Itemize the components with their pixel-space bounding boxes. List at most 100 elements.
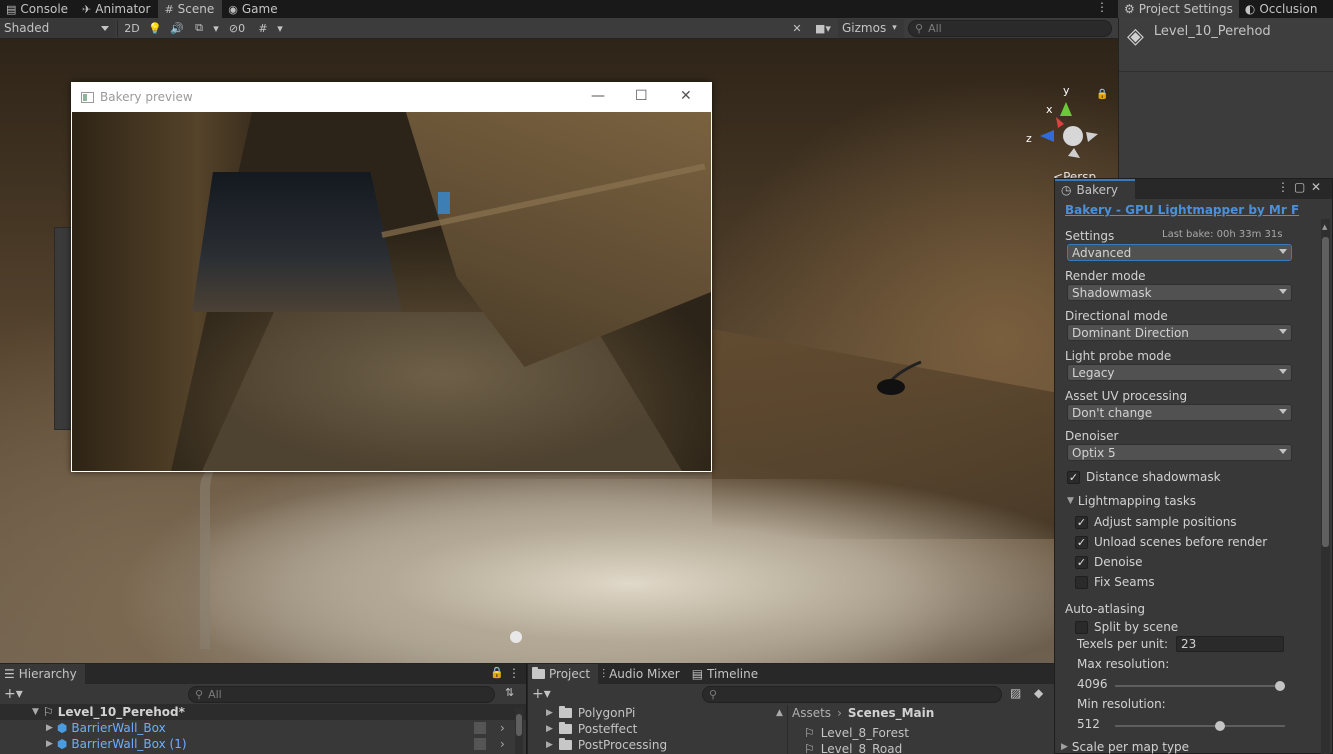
min-res-value[interactable]: 512 bbox=[1077, 717, 1100, 731]
asset-item[interactable]: ⚐ Level_8_Forest bbox=[788, 725, 1055, 741]
close-icon[interactable]: ✕ bbox=[1311, 180, 1321, 194]
shading-mode-dropdown[interactable]: Shaded bbox=[0, 18, 115, 38]
bakery-preview-window[interactable]: Bakery preview — ☐ ✕ bbox=[71, 82, 712, 472]
render-mode-dropdown[interactable]: Shadowmask bbox=[1067, 284, 1292, 301]
chevron-right-icon[interactable]: › bbox=[500, 721, 505, 735]
breadcrumb-scenes-main[interactable]: Scenes_Main bbox=[848, 706, 934, 720]
split-by-scene-checkbox[interactable]: Split by scene bbox=[1075, 620, 1178, 634]
preview-titlebar[interactable]: Bakery preview — ☐ ✕ bbox=[71, 82, 712, 112]
inspector-header: ◈ Level_10_Perehod bbox=[1119, 18, 1333, 72]
project-tab-row: Project ⫶ Audio Mixer ▤ Timeline bbox=[528, 664, 1054, 684]
hierarchy-search-input[interactable]: ⚲ All bbox=[188, 686, 495, 703]
distance-shadowmask-checkbox[interactable]: ✓ Distance shadowmask bbox=[1067, 470, 1221, 484]
hierarchy-item[interactable]: ▶ ⬢ BarrierWall_Box (1) › bbox=[0, 736, 526, 752]
sort-icon[interactable]: ⇅ bbox=[505, 686, 514, 699]
tab-menu-icon[interactable]: ⋮ bbox=[1096, 0, 1108, 14]
lock-icon[interactable]: 🔒 bbox=[490, 666, 504, 679]
scroll-up-icon[interactable]: ▲ bbox=[1322, 223, 1327, 231]
scrollbar-thumb[interactable] bbox=[1322, 237, 1329, 547]
hidden-objects-icon[interactable]: ⊘ 0 bbox=[222, 19, 252, 38]
lock-icon[interactable]: 🔒 bbox=[1096, 89, 1108, 100]
occlusion-icon: ◐ bbox=[1244, 2, 1256, 16]
adjust-sample-checkbox[interactable]: ✓ Adjust sample positions bbox=[1075, 515, 1237, 529]
denoiser-dropdown[interactable]: Optix 5 bbox=[1067, 444, 1292, 461]
hierarchy-scene-root[interactable]: ▼ ⚐ Level_10_Perehod* ⋮ bbox=[0, 704, 526, 720]
tools-icon[interactable]: ✕ bbox=[786, 19, 808, 38]
grid-dropdown-icon[interactable]: ▾ bbox=[274, 19, 286, 38]
folder-item[interactable]: ▶ Posteffect bbox=[528, 721, 786, 737]
add-icon[interactable]: +▾ bbox=[532, 686, 551, 702]
folder-icon bbox=[558, 722, 572, 734]
settings-dropdown[interactable]: Advanced bbox=[1067, 244, 1292, 261]
tab-console[interactable]: ▤ Console bbox=[0, 0, 76, 18]
tab-animator[interactable]: ✈ Animator bbox=[76, 0, 158, 18]
slider-knob[interactable] bbox=[1215, 721, 1226, 731]
maximize-icon[interactable]: ▢ bbox=[1294, 180, 1305, 194]
foldout-arrow-icon[interactable]: ▶ bbox=[546, 708, 553, 718]
tab-hierarchy[interactable]: ☰ Hierarchy bbox=[0, 664, 85, 684]
texels-input[interactable]: 23 bbox=[1176, 636, 1284, 652]
gizmos-dropdown[interactable]: Gizmos ▾ bbox=[838, 18, 904, 38]
maximize-icon[interactable]: ☐ bbox=[635, 88, 648, 104]
hierarchy-scrollbar[interactable] bbox=[515, 708, 523, 754]
tab-scene[interactable]: # Scene bbox=[158, 0, 223, 18]
chevron-right-icon[interactable]: › bbox=[500, 737, 505, 751]
foldout-arrow-icon[interactable]: ▶ bbox=[46, 739, 53, 749]
foldout-arrow-icon: ▼ bbox=[1067, 496, 1074, 506]
project-search-input[interactable]: ⚲ bbox=[702, 686, 1002, 703]
scene-marker bbox=[510, 631, 522, 643]
fix-seams-checkbox[interactable]: Fix Seams bbox=[1075, 575, 1155, 589]
hierarchy-item[interactable]: ▶ ⬢ BarrierWall_Box › bbox=[0, 720, 526, 736]
filter-type-icon[interactable]: ▨ bbox=[1010, 686, 1021, 700]
tab-bakery[interactable]: ◷ Bakery bbox=[1055, 179, 1135, 199]
foldout-arrow-icon[interactable]: ▶ bbox=[546, 724, 553, 734]
foldout-arrow-icon[interactable]: ▼ bbox=[32, 707, 39, 717]
scroll-up-icon[interactable]: ▲ bbox=[776, 708, 783, 718]
light-probe-dropdown[interactable]: Legacy bbox=[1067, 364, 1292, 381]
foldout-arrow-icon[interactable]: ▶ bbox=[46, 723, 53, 733]
chevron-down-icon bbox=[1279, 409, 1287, 414]
max-res-value[interactable]: 4096 bbox=[1077, 677, 1108, 691]
effects-icon[interactable]: ⧉ bbox=[188, 19, 210, 38]
breadcrumb-assets[interactable]: Assets bbox=[792, 706, 831, 720]
folder-item[interactable]: ▶ PostProcessing bbox=[528, 737, 786, 753]
tab-audio-mixer[interactable]: ⫶ Audio Mixer bbox=[598, 664, 688, 684]
tab-project-settings[interactable]: ⚙ Project Settings bbox=[1118, 0, 1239, 18]
slider-knob[interactable] bbox=[1274, 681, 1285, 691]
directional-mode-dropdown[interactable]: Dominant Direction bbox=[1067, 324, 1292, 341]
label-filter-icon[interactable]: ◆ bbox=[1034, 686, 1043, 700]
folder-item[interactable]: ▶ PolygonPi bbox=[528, 705, 786, 721]
asset-browser: Assets › Scenes_Main ⚐ Level_8_Forest ⚐ Le… bbox=[787, 705, 1055, 754]
bakery-link[interactable]: Bakery - GPU Lightmapper by Mr F bbox=[1065, 203, 1299, 217]
asset-item[interactable]: ⚐ Level_8_Road bbox=[788, 741, 1055, 754]
tab-timeline[interactable]: ▤ Timeline bbox=[688, 664, 766, 684]
search-icon: ⚲ bbox=[709, 688, 718, 701]
tab-project[interactable]: Project bbox=[528, 664, 599, 684]
audio-toggle-icon[interactable]: 🔊 bbox=[166, 19, 188, 38]
foldout-arrow-icon[interactable]: ▶ bbox=[546, 740, 553, 750]
tab-occlusion[interactable]: ◐ Occlusion bbox=[1239, 0, 1324, 18]
panel-menu-icon[interactable]: ⋮ bbox=[1277, 180, 1289, 194]
scale-per-map-foldout[interactable]: ▶ Scale per map type bbox=[1061, 740, 1189, 754]
min-res-slider[interactable] bbox=[1115, 721, 1285, 731]
asset-uv-label: Asset UV processing bbox=[1065, 389, 1188, 403]
panel-menu-icon[interactable]: ⋮ bbox=[508, 666, 520, 680]
tab-game[interactable]: ◉ Game bbox=[222, 0, 285, 18]
add-icon[interactable]: +▾ bbox=[4, 686, 23, 702]
unload-scenes-checkbox[interactable]: ✓ Unload scenes before render bbox=[1075, 535, 1267, 549]
denoise-checkbox[interactable]: ✓ Denoise bbox=[1075, 555, 1143, 569]
close-icon[interactable]: ✕ bbox=[680, 88, 692, 104]
grid-toggle-icon[interactable]: # bbox=[252, 19, 274, 38]
lightmapping-tasks-foldout[interactable]: ▼ Lightmapping tasks bbox=[1067, 494, 1196, 508]
lighting-toggle-icon[interactable]: 💡 bbox=[144, 19, 166, 38]
max-res-slider[interactable] bbox=[1115, 681, 1285, 691]
scene-search-input[interactable]: ⚲ All bbox=[908, 19, 1112, 37]
max-res-label: Max resolution: bbox=[1077, 657, 1170, 671]
minimize-icon[interactable]: — bbox=[591, 88, 605, 104]
asset-uv-dropdown[interactable]: Don't change bbox=[1067, 404, 1292, 421]
effects-dropdown-icon[interactable]: ▾ bbox=[210, 19, 222, 38]
2d-toggle-button[interactable]: 2D bbox=[120, 19, 144, 38]
camera-settings-icon[interactable]: ■▾ bbox=[808, 19, 838, 38]
scene-grid-icon: # bbox=[164, 2, 174, 16]
bakery-scrollbar[interactable]: ▲ bbox=[1321, 219, 1330, 754]
